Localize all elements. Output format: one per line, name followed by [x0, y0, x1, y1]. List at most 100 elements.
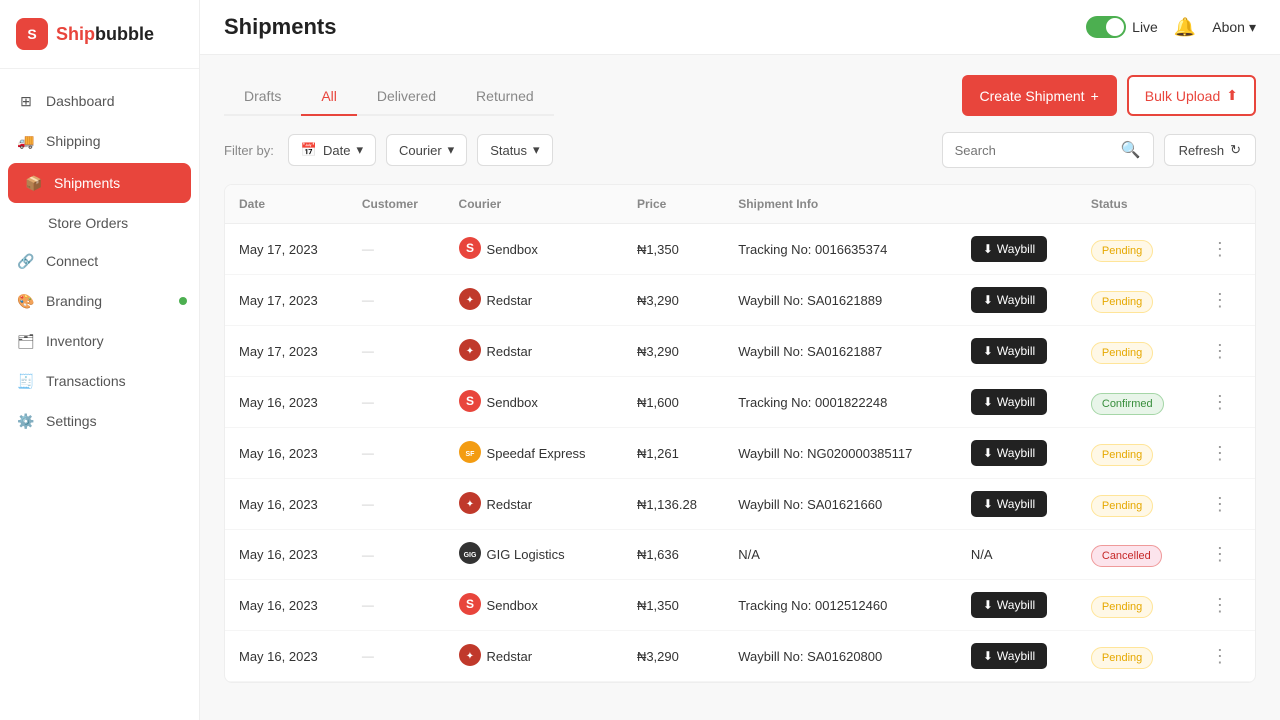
courier-icon: ✦ — [459, 288, 481, 313]
more-options-button[interactable]: ⋮ — [1207, 595, 1233, 616]
bulk-upload-button[interactable]: Bulk Upload ⬆ — [1127, 75, 1256, 116]
col-courier: Courier — [445, 185, 623, 224]
sidebar-item-branding[interactable]: 🎨 Branding — [0, 281, 199, 321]
courier-icon: S — [459, 237, 481, 262]
sidebar-item-shipping[interactable]: 🚚 Shipping — [0, 121, 199, 161]
cell-date: May 17, 2023 — [225, 275, 348, 326]
courier-filter[interactable]: Courier ▾ — [386, 134, 467, 166]
cell-more: ⋮ — [1193, 428, 1255, 479]
date-filter[interactable]: 📅 Date ▾ — [288, 134, 376, 166]
sidebar-item-settings[interactable]: ⚙️ Settings — [0, 401, 199, 441]
status-badge: Pending — [1091, 495, 1153, 517]
download-icon: ⬇ — [983, 598, 993, 612]
courier-icon: GIG — [459, 542, 481, 567]
col-price: Price — [623, 185, 724, 224]
cell-price: ₦3,290 — [623, 326, 724, 377]
layers-icon: 🗂 — [16, 331, 36, 351]
table-row: May 16, 2023 — S Sendbox ₦1,600 Tracking… — [225, 377, 1255, 428]
table-row: May 16, 2023 — GIG GIG Logistics ₦1,636 … — [225, 530, 1255, 580]
download-icon: ⬇ — [983, 293, 993, 307]
col-shipment-info: Shipment Info — [724, 185, 957, 224]
cell-date: May 16, 2023 — [225, 631, 348, 682]
cell-more: ⋮ — [1193, 275, 1255, 326]
cell-info: Waybill No: NG020000385117 — [724, 428, 957, 479]
cell-waybill: ⬇ Waybill — [957, 224, 1077, 275]
cell-info: Waybill No: SA01620800 — [724, 631, 957, 682]
cell-customer: — — [348, 224, 445, 275]
more-options-button[interactable]: ⋮ — [1207, 443, 1233, 464]
more-options-button[interactable]: ⋮ — [1207, 290, 1233, 311]
waybill-button[interactable]: ⬇ Waybill — [971, 440, 1047, 466]
status-filter[interactable]: Status ▾ — [477, 134, 552, 166]
cell-courier: ✦ Redstar — [445, 326, 623, 377]
cell-price: ₦1,350 — [623, 580, 724, 631]
cell-info: Tracking No: 0001822248 — [724, 377, 957, 428]
content-area: Drafts All Delivered Returned Create Shi… — [200, 55, 1280, 720]
main-content: Shipments Live 🔔 Abon ▾ Drafts All — [200, 0, 1280, 720]
tab-delivered[interactable]: Delivered — [357, 78, 456, 116]
waybill-button[interactable]: ⬇ Waybill — [971, 287, 1047, 313]
more-options-button[interactable]: ⋮ — [1207, 341, 1233, 362]
sidebar-item-store-orders[interactable]: Store Orders — [0, 205, 199, 241]
table-row: May 16, 2023 — ✦ Redstar ₦1,136.28 Waybi… — [225, 479, 1255, 530]
col-customer: Customer — [348, 185, 445, 224]
cell-price: ₦1,350 — [623, 224, 724, 275]
cell-customer: — — [348, 326, 445, 377]
more-options-button[interactable]: ⋮ — [1207, 544, 1233, 565]
header: Shipments Live 🔔 Abon ▾ — [200, 0, 1280, 55]
live-toggle[interactable]: Live — [1086, 16, 1158, 38]
action-buttons: Create Shipment + Bulk Upload ⬆ — [962, 75, 1256, 116]
cell-info: Waybill No: SA01621889 — [724, 275, 957, 326]
brush-icon: 🎨 — [16, 291, 36, 311]
bell-icon[interactable]: 🔔 — [1174, 17, 1196, 38]
logo[interactable]: S Shipbubble — [0, 0, 199, 69]
cell-courier: GIG GIG Logistics — [445, 530, 623, 580]
tab-drafts[interactable]: Drafts — [224, 78, 301, 116]
waybill-button[interactable]: ⬇ Waybill — [971, 389, 1047, 415]
waybill-button[interactable]: ⬇ Waybill — [971, 643, 1047, 669]
col-waybill — [957, 185, 1077, 224]
truck-icon: 🚚 — [16, 131, 36, 151]
sidebar-item-dashboard[interactable]: ⊞ Dashboard — [0, 81, 199, 121]
cell-price: ₦3,290 — [623, 631, 724, 682]
waybill-button[interactable]: ⬇ Waybill — [971, 592, 1047, 618]
more-options-button[interactable]: ⋮ — [1207, 494, 1233, 515]
cell-status: Cancelled — [1077, 530, 1193, 580]
download-icon: ⬇ — [983, 395, 993, 409]
chevron-down-icon: ▾ — [448, 142, 455, 158]
refresh-button[interactable]: Refresh ↻ — [1164, 134, 1256, 166]
sidebar-item-transactions[interactable]: 🧾 Transactions — [0, 361, 199, 401]
waybill-button[interactable]: ⬇ Waybill — [971, 236, 1047, 262]
sidebar-item-inventory[interactable]: 🗂 Inventory — [0, 321, 199, 361]
more-options-button[interactable]: ⋮ — [1207, 646, 1233, 667]
waybill-button[interactable]: ⬇ Waybill — [971, 491, 1047, 517]
waybill-button[interactable]: ⬇ Waybill — [971, 338, 1047, 364]
cell-waybill: ⬇ Waybill — [957, 326, 1077, 377]
courier-name: Redstar — [487, 293, 533, 308]
search-input[interactable] — [955, 143, 1115, 158]
svg-text:S: S — [466, 597, 474, 611]
user-menu[interactable]: Abon ▾ — [1212, 19, 1256, 36]
receipt-icon: 🧾 — [16, 371, 36, 391]
more-options-button[interactable]: ⋮ — [1207, 239, 1233, 260]
courier-name: GIG Logistics — [487, 547, 565, 562]
chevron-down-icon: ▾ — [1249, 19, 1256, 36]
status-badge: Pending — [1091, 444, 1153, 466]
chevron-down-icon: ▾ — [357, 142, 364, 158]
courier-icon: ✦ — [459, 492, 481, 517]
cell-courier: S Sendbox — [445, 224, 623, 275]
tab-returned[interactable]: Returned — [456, 78, 554, 116]
courier-name: Sendbox — [487, 242, 538, 257]
more-options-button[interactable]: ⋮ — [1207, 392, 1233, 413]
sidebar-item-connect[interactable]: 🔗 Connect — [0, 241, 199, 281]
user-name: Abon — [1212, 19, 1245, 35]
cell-more: ⋮ — [1193, 326, 1255, 377]
create-shipment-button[interactable]: Create Shipment + — [962, 75, 1117, 116]
upload-icon: ⬆ — [1226, 87, 1238, 104]
sidebar-item-label: Branding — [46, 293, 102, 309]
sidebar-nav: ⊞ Dashboard 🚚 Shipping 📦 Shipments Store… — [0, 69, 199, 720]
sidebar-item-shipments[interactable]: 📦 Shipments — [8, 163, 191, 203]
live-switch[interactable] — [1086, 16, 1126, 38]
cell-courier: S Sendbox — [445, 580, 623, 631]
tab-all[interactable]: All — [301, 78, 357, 116]
